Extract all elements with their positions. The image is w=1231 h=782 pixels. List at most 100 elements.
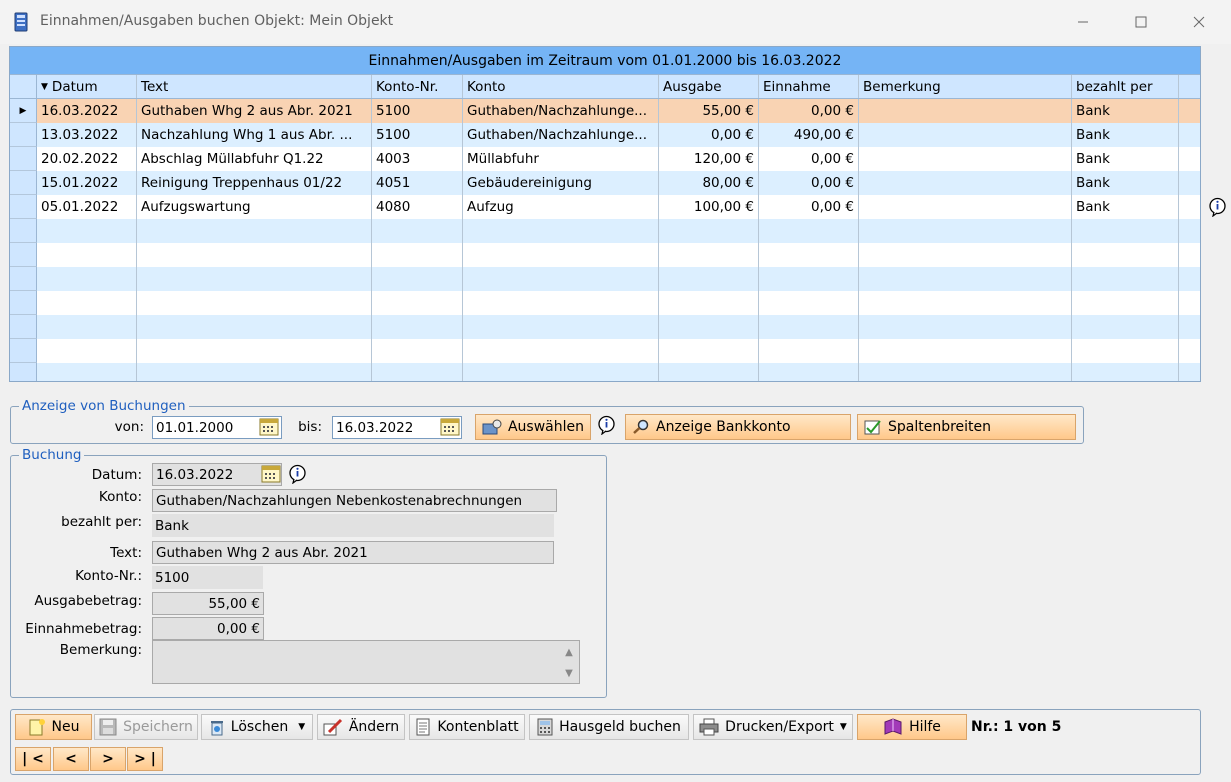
table-row[interactable] <box>10 243 1200 267</box>
cell-konto[interactable] <box>463 339 659 363</box>
cell-einnahme[interactable] <box>759 267 859 291</box>
speichern-button[interactable]: Speichern <box>94 714 198 740</box>
column-header-text[interactable]: Text <box>137 75 372 98</box>
cell-bemerkung[interactable] <box>859 171 1072 195</box>
row-indicator[interactable] <box>10 291 37 315</box>
row-indicator[interactable] <box>10 147 37 171</box>
cell-text[interactable] <box>137 219 372 243</box>
column-header-konto-nr[interactable]: Konto-Nr. <box>372 75 463 98</box>
table-row[interactable] <box>10 315 1200 339</box>
column-header-ausgabe[interactable]: Ausgabe <box>659 75 759 98</box>
cell-konto[interactable]: Aufzug <box>463 195 659 219</box>
scroll-up-icon[interactable]: ▲ <box>562 645 576 659</box>
row-indicator[interactable] <box>10 363 37 381</box>
cell-konto[interactable] <box>463 267 659 291</box>
cell-text[interactable] <box>137 291 372 315</box>
cell-ausgabe[interactable]: 55,00 € <box>659 99 759 123</box>
cell-ausgabe[interactable]: 0,00 € <box>659 123 759 147</box>
cell-ausgabe[interactable] <box>659 291 759 315</box>
cell-konto-nr[interactable] <box>372 243 463 267</box>
cell-bemerkung[interactable] <box>859 243 1072 267</box>
cell-konto-nr[interactable] <box>372 291 463 315</box>
cell-konto-nr[interactable] <box>372 315 463 339</box>
cell-bemerkung[interactable] <box>859 123 1072 147</box>
cell-bezahlt-per[interactable] <box>1072 267 1179 291</box>
cell-bezahlt-per[interactable]: Bank <box>1072 123 1179 147</box>
row-indicator[interactable] <box>10 123 37 147</box>
row-indicator[interactable] <box>10 219 37 243</box>
hausgeld-buchen-button[interactable]: Hausgeld buchen <box>529 714 689 740</box>
table-row[interactable] <box>10 363 1200 381</box>
cell-datum[interactable] <box>37 363 137 381</box>
cell-bezahlt-per[interactable] <box>1072 243 1179 267</box>
cell-text[interactable]: Guthaben Whg 2 aus Abr. 2021 <box>137 99 372 123</box>
cell-bezahlt-per[interactable] <box>1072 219 1179 243</box>
cell-konto-nr[interactable]: 5100 <box>372 99 463 123</box>
cell-datum[interactable]: 15.01.2022 <box>37 171 137 195</box>
cell-konto[interactable] <box>463 243 659 267</box>
anzeige-bankkonto-button[interactable]: Anzeige Bankkonto <box>625 414 851 440</box>
cell-einnahme[interactable]: 0,00 € <box>759 195 859 219</box>
cell-ausgabe[interactable] <box>659 243 759 267</box>
calendar-icon[interactable] <box>440 418 460 436</box>
cell-konto-nr[interactable] <box>372 219 463 243</box>
cell-einnahme[interactable]: 0,00 € <box>759 171 859 195</box>
cell-konto[interactable] <box>463 219 659 243</box>
konto-nr-field[interactable]: 5100 <box>152 566 263 589</box>
table-row[interactable] <box>10 339 1200 363</box>
row-indicator[interactable] <box>10 171 37 195</box>
cell-ausgabe[interactable] <box>659 363 759 381</box>
cell-einnahme[interactable] <box>759 339 859 363</box>
cell-bezahlt-per[interactable] <box>1072 339 1179 363</box>
text-field[interactable]: Guthaben Whg 2 aus Abr. 2021 <box>152 541 554 564</box>
cell-bemerkung[interactable] <box>859 315 1072 339</box>
nav-prev-button[interactable]: < <box>53 747 89 771</box>
cell-einnahme[interactable] <box>759 243 859 267</box>
table-row[interactable]: 13.03.2022 Nachzahlung Whg 1 aus Abr. ...… <box>10 123 1200 147</box>
cell-text[interactable]: Abschlag Müllabfuhr Q1.22 <box>137 147 372 171</box>
bookings-grid[interactable]: Einnahmen/Ausgaben im Zeitraum vom 01.01… <box>9 46 1201 382</box>
hilfe-button[interactable]: Hilfe <box>857 714 967 740</box>
cell-bezahlt-per[interactable] <box>1072 315 1179 339</box>
cell-bemerkung[interactable] <box>859 99 1072 123</box>
cell-bemerkung[interactable] <box>859 267 1072 291</box>
cell-konto-nr[interactable]: 4003 <box>372 147 463 171</box>
info-icon[interactable] <box>1208 197 1227 217</box>
cell-einnahme[interactable]: 490,00 € <box>759 123 859 147</box>
column-header-bezahlt-per[interactable]: bezahlt per <box>1072 75 1179 98</box>
cell-ausgabe[interactable] <box>659 267 759 291</box>
bemerkung-textarea[interactable] <box>152 640 580 684</box>
cell-text[interactable]: Nachzahlung Whg 1 aus Abr. ... <box>137 123 372 147</box>
column-header-konto[interactable]: Konto <box>463 75 659 98</box>
auswaehlen-button[interactable]: Auswählen <box>475 414 591 440</box>
spaltenbreiten-button[interactable]: Spaltenbreiten <box>857 414 1076 440</box>
cell-bemerkung[interactable] <box>859 147 1072 171</box>
cell-einnahme[interactable] <box>759 219 859 243</box>
neu-button[interactable]: Neu <box>15 714 92 740</box>
table-row[interactable]: 05.01.2022 Aufzugswartung 4080 Aufzug 100,00… <box>10 195 1200 219</box>
calendar-icon[interactable] <box>261 465 281 483</box>
table-row[interactable]: 15.01.2022 Reinigung Treppenhaus 01/22 405… <box>10 171 1200 195</box>
ausgabebetrag-field[interactable]: 55,00 € <box>152 592 264 615</box>
cell-bemerkung[interactable] <box>859 363 1072 381</box>
row-indicator[interactable] <box>10 243 37 267</box>
maximize-button[interactable] <box>1118 8 1164 36</box>
cell-konto-nr[interactable] <box>372 363 463 381</box>
column-header-datum[interactable]: ▼ Datum <box>37 75 137 98</box>
cell-text[interactable]: Reinigung Treppenhaus 01/22 <box>137 171 372 195</box>
cell-datum[interactable]: 13.03.2022 <box>37 123 137 147</box>
cell-bezahlt-per[interactable]: Bank <box>1072 147 1179 171</box>
info-icon[interactable] <box>597 415 616 435</box>
cell-ausgabe[interactable]: 80,00 € <box>659 171 759 195</box>
minimize-button[interactable] <box>1060 8 1106 36</box>
loeschen-button[interactable]: Löschen ▼ <box>201 714 313 740</box>
calendar-icon[interactable] <box>259 418 279 436</box>
cell-bezahlt-per[interactable] <box>1072 363 1179 381</box>
scroll-down-icon[interactable]: ▼ <box>562 666 576 680</box>
cell-ausgabe[interactable]: 100,00 € <box>659 195 759 219</box>
cell-konto-nr[interactable]: 5100 <box>372 123 463 147</box>
cell-text[interactable]: Aufzugswartung <box>137 195 372 219</box>
table-row[interactable]: ▶ 16.03.2022 Guthaben Whg 2 aus Abr. 2021 5… <box>10 99 1200 123</box>
row-indicator[interactable] <box>10 339 37 363</box>
column-header-einnahme[interactable]: Einnahme <box>759 75 859 98</box>
